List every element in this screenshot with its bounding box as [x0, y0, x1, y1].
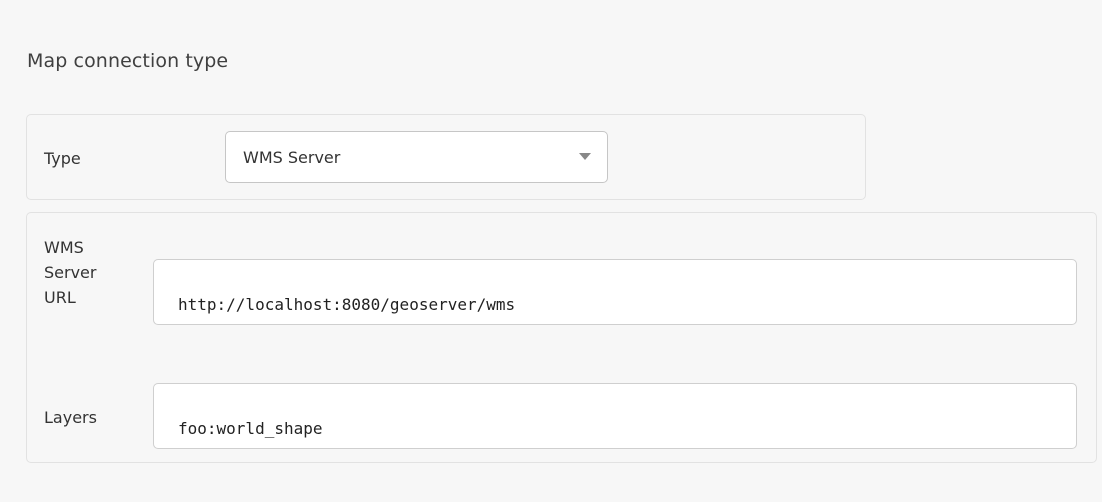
section-title: Map connection type: [27, 50, 229, 72]
wms-server-url-label-line: Server: [44, 263, 97, 282]
wms-server-url-label-line: URL: [44, 288, 76, 307]
connection-type-select[interactable]: WMS Server: [225, 131, 608, 183]
type-label: Type: [44, 149, 81, 168]
layers-input[interactable]: [153, 383, 1077, 449]
wms-server-url-label: WMS Server URL: [44, 235, 134, 310]
type-panel: Type WMS Server: [26, 114, 866, 200]
layers-label: Layers: [44, 408, 97, 427]
wms-server-panel: WMS Server URL Layers: [26, 212, 1097, 463]
connection-type-selected-value: WMS Server: [243, 148, 341, 167]
map-connection-form: Map connection type Type WMS Server WMS …: [0, 0, 1102, 502]
wms-server-url-input[interactable]: [153, 259, 1077, 325]
caret-down-icon: [579, 153, 591, 160]
wms-server-url-label-line: WMS: [44, 238, 84, 257]
